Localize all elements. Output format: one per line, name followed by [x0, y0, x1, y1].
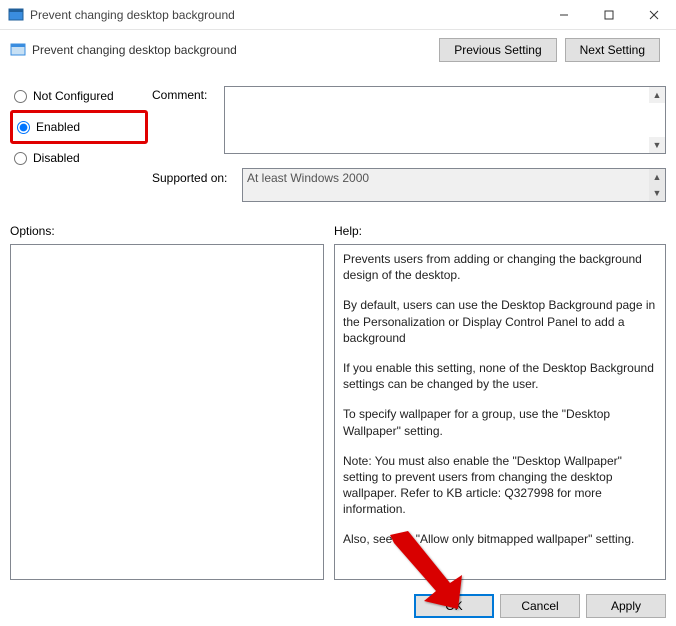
options-panel	[10, 244, 324, 580]
chevron-up-icon: ▲	[653, 172, 662, 182]
help-text: Prevents users from adding or changing t…	[343, 251, 657, 283]
comment-scroll-up-button[interactable]: ▲	[649, 87, 665, 103]
minimize-button[interactable]	[541, 0, 586, 30]
radio-disabled[interactable]: Disabled	[10, 144, 148, 172]
nav-buttons: Previous Setting Next Setting	[439, 38, 660, 62]
radio-enabled-label: Enabled	[36, 120, 80, 134]
help-label: Help:	[334, 224, 362, 238]
radio-enabled[interactable]: Enabled	[10, 110, 148, 144]
comment-textarea[interactable]	[224, 86, 666, 154]
titlebar-controls	[541, 0, 676, 30]
supported-on-value: At least Windows 2000	[242, 168, 666, 202]
help-text: Also, see the "Allow only bitmapped wall…	[343, 531, 657, 547]
radio-not-configured[interactable]: Not Configured	[10, 82, 148, 110]
titlebar: Prevent changing desktop background	[0, 0, 676, 30]
radio-not-configured-input[interactable]	[14, 90, 27, 103]
apply-button[interactable]: Apply	[586, 594, 666, 618]
close-button[interactable]	[631, 0, 676, 30]
window-icon	[8, 7, 24, 23]
policy-title: Prevent changing desktop background	[32, 43, 439, 57]
supported-on-label: Supported on:	[152, 171, 227, 185]
options-label: Options:	[10, 224, 55, 238]
supported-scroll-down-button[interactable]: ▼	[649, 185, 665, 201]
radio-not-configured-label: Not Configured	[33, 89, 114, 103]
previous-setting-button[interactable]: Previous Setting	[439, 38, 556, 62]
help-panel: Prevents users from adding or changing t…	[334, 244, 666, 580]
radio-enabled-input[interactable]	[17, 121, 30, 134]
radio-disabled-input[interactable]	[14, 152, 27, 165]
comment-label: Comment:	[152, 88, 207, 102]
chevron-down-icon: ▼	[653, 140, 662, 150]
chevron-down-icon: ▼	[653, 188, 662, 198]
maximize-button[interactable]	[586, 0, 631, 30]
titlebar-title: Prevent changing desktop background	[30, 8, 541, 22]
dialog-footer: OK Cancel Apply	[0, 586, 676, 626]
chevron-up-icon: ▲	[653, 90, 662, 100]
policy-icon	[10, 42, 26, 58]
next-setting-button[interactable]: Next Setting	[565, 38, 660, 62]
help-text: To specify wallpaper for a group, use th…	[343, 406, 657, 438]
cancel-button[interactable]: Cancel	[500, 594, 580, 618]
help-text: By default, users can use the Desktop Ba…	[343, 297, 657, 346]
radio-disabled-label: Disabled	[33, 151, 80, 165]
help-text: If you enable this setting, none of the …	[343, 360, 657, 392]
header-row: Prevent changing desktop background Prev…	[0, 30, 676, 62]
ok-button[interactable]: OK	[414, 594, 494, 618]
state-radio-group: Not Configured Enabled Disabled	[10, 82, 148, 172]
supported-scroll-up-button[interactable]: ▲	[649, 169, 665, 185]
help-text: Note: You must also enable the "Desktop …	[343, 453, 657, 518]
comment-scroll-down-button[interactable]: ▼	[649, 137, 665, 153]
